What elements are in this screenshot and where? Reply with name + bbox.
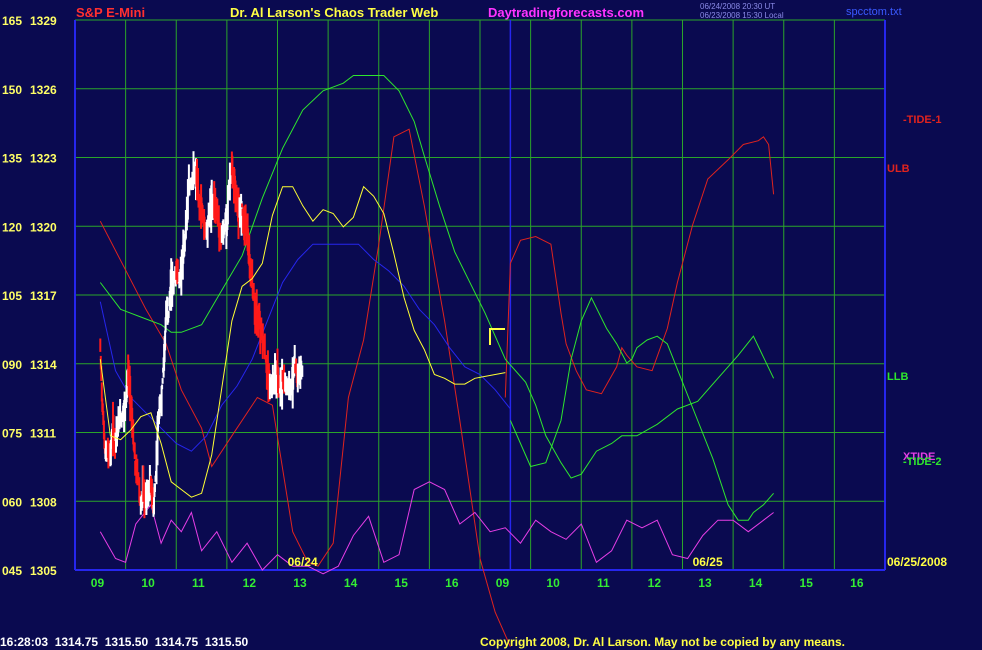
y-tick-price: 1326 xyxy=(30,83,57,97)
y-tick-price: 1314 xyxy=(30,358,57,372)
chart-grid xyxy=(74,19,886,571)
y-tick-price: 1311 xyxy=(30,427,56,441)
y-tick-price: 1323 xyxy=(30,152,57,166)
footer-copyright: Copyright 2008, Dr. Al Larson. May not b… xyxy=(480,635,845,649)
y-tick-osc: 150 xyxy=(2,83,22,97)
x-tick-label: 10 xyxy=(141,576,155,590)
header-timestamp-local: 06/23/2008 15:30 Local xyxy=(700,11,784,20)
header-site[interactable]: Daytradingforecasts.com xyxy=(488,5,644,20)
y-tick-osc: 105 xyxy=(2,289,22,303)
price-bars xyxy=(99,151,506,519)
y-tick-osc: 045 xyxy=(2,564,22,578)
date-marker: 06/24 xyxy=(288,555,318,569)
x-tick-label: 13 xyxy=(293,576,307,590)
x-tick-label: 13 xyxy=(698,576,712,590)
x-tick-label: 11 xyxy=(597,576,610,590)
date-marker: 06/25 xyxy=(693,555,723,569)
right-label: ULB xyxy=(887,163,910,175)
x-tick-label: 12 xyxy=(648,576,662,590)
y-tick-osc: 165 xyxy=(2,14,22,28)
right-label: -TIDE-2 xyxy=(903,456,942,468)
footer-quote: 16:28:03 1314.75 1315.50 1314.75 1315.50 xyxy=(0,635,249,649)
x-tick-label: 16 xyxy=(445,576,459,590)
right-label: -TIDE-1 xyxy=(903,114,942,126)
y-tick-osc: 075 xyxy=(2,427,22,441)
y-tick-price: 1320 xyxy=(30,220,57,234)
right-label: LLB xyxy=(887,371,908,383)
x-tick-label: 14 xyxy=(344,576,358,590)
y-tick-price: 1305 xyxy=(30,564,57,578)
x-tick-label: 11 xyxy=(192,576,205,590)
x-tick-label: 10 xyxy=(546,576,560,590)
header-symbol: S&P E-Mini xyxy=(76,5,146,20)
x-tick-label: 15 xyxy=(800,576,814,590)
y-tick-price: 1317 xyxy=(30,289,57,303)
y-tick-price: 1308 xyxy=(30,495,57,509)
series-xtide xyxy=(99,481,774,575)
chaos-trader-chart: 165 1329 150 1326 135 1323 120 1320 105 1317 090 13… xyxy=(2,14,947,647)
x-tick-label: 09 xyxy=(496,576,510,590)
moving-average-line xyxy=(99,185,506,498)
header-title: Dr. Al Larson's Chaos Trader Web xyxy=(230,5,439,20)
header-timestamp-ut: 06/24/2008 20:30 UT xyxy=(700,2,776,11)
y-tick-osc: 060 xyxy=(2,495,22,509)
chart-lines xyxy=(99,75,775,647)
header-file: spcctom.txt xyxy=(846,6,902,18)
y-tick-price: 1329 xyxy=(30,14,57,28)
y-tick-osc: 120 xyxy=(2,220,22,234)
y-tick-osc: 090 xyxy=(2,358,22,372)
series--tide-2 xyxy=(509,296,774,521)
x-tick-label: 15 xyxy=(395,576,409,590)
date-marker: 06/25/2008 xyxy=(887,555,947,569)
x-tick-label: 12 xyxy=(243,576,257,590)
y-tick-osc: 135 xyxy=(2,152,22,166)
x-tick-label: 09 xyxy=(91,576,105,590)
x-tick-label: 16 xyxy=(850,576,864,590)
x-tick-label: 14 xyxy=(749,576,763,590)
